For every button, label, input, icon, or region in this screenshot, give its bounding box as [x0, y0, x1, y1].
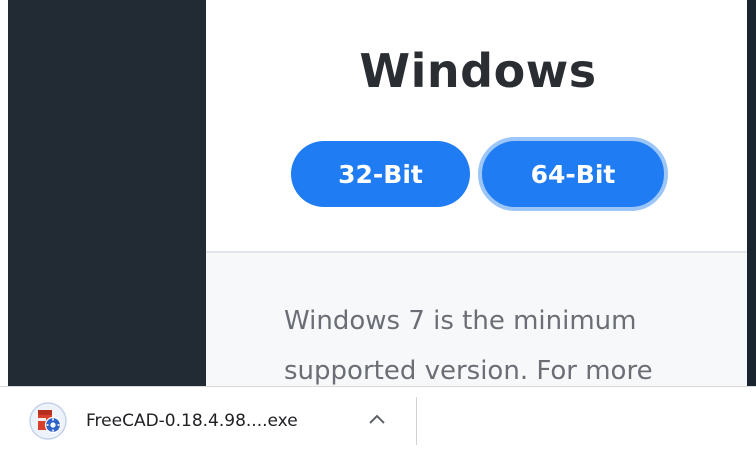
freecad-file-icon [28, 401, 68, 441]
download-menu-button[interactable] [362, 405, 392, 437]
card-details: Windows 7 is the minimum supported versi… [206, 253, 747, 386]
chevron-up-icon [368, 412, 386, 430]
download-32bit-button[interactable]: 32-Bit [291, 141, 470, 207]
windows-download-card: Windows 32-Bit 64-Bit Windows 7 is the m… [206, 0, 747, 386]
download-bar-separator [416, 397, 417, 445]
requirements-text: Windows 7 is the minimum supported versi… [284, 306, 653, 386]
card-header: Windows 32-Bit 64-Bit [206, 0, 747, 251]
download-item[interactable]: FreeCAD-0.18.4.98....exe [28, 401, 298, 441]
download-file-name: FreeCAD-0.18.4.98....exe [86, 411, 298, 431]
download-bar: FreeCAD-0.18.4.98....exe [0, 386, 756, 454]
download-64bit-button[interactable]: 64-Bit [478, 137, 668, 211]
os-title: Windows [359, 44, 597, 98]
left-dark-panel [8, 0, 206, 386]
page: Windows 32-Bit 64-Bit Windows 7 is the m… [0, 0, 756, 454]
